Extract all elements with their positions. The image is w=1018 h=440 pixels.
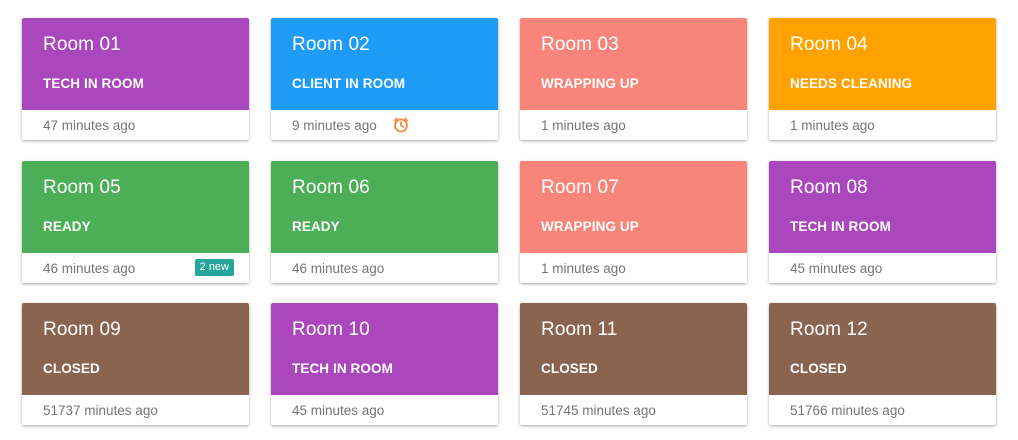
room-card-10[interactable]: Room 10 TECH IN ROOM 45 minutes ago (271, 303, 498, 425)
room-grid: Room 01 TECH IN ROOM 47 minutes ago Room… (0, 0, 1018, 440)
room-card-header: Room 12 CLOSED (769, 303, 996, 395)
room-name: Room 08 (790, 177, 868, 198)
last-updated-time: 1 minutes ago (541, 261, 626, 276)
room-card-footer: 1 minutes ago (520, 253, 747, 283)
room-name: Room 05 (43, 177, 121, 198)
room-card-footer: 1 minutes ago (769, 110, 996, 140)
room-name: Room 12 (790, 319, 868, 340)
room-name: Room 02 (292, 34, 370, 55)
last-updated-time: 1 minutes ago (541, 118, 626, 133)
room-name: Room 11 (541, 319, 618, 340)
room-status: CLOSED (790, 361, 847, 376)
room-card-header: Room 04 NEEDS CLEANING (769, 18, 996, 110)
new-count-badge: 2 new (194, 259, 234, 276)
room-status: WRAPPING UP (541, 219, 639, 234)
room-card-header: Room 05 READY (22, 161, 249, 253)
room-status: TECH IN ROOM (43, 76, 144, 91)
last-updated-time: 46 minutes ago (292, 261, 385, 276)
last-updated-time: 1 minutes ago (790, 118, 875, 133)
room-card-09[interactable]: Room 09 CLOSED 51737 minutes ago (22, 303, 249, 425)
room-card-header: Room 08 TECH IN ROOM (769, 161, 996, 253)
room-card-footer: 51766 minutes ago (769, 395, 996, 425)
last-updated-time: 51745 minutes ago (541, 403, 656, 418)
room-card-06[interactable]: Room 06 READY 46 minutes ago (271, 161, 498, 283)
room-name: Room 07 (541, 177, 619, 198)
room-card-footer: 47 minutes ago (22, 110, 249, 140)
room-name: Room 06 (292, 177, 370, 198)
room-card-footer: 51737 minutes ago (22, 395, 249, 425)
last-updated-time: 47 minutes ago (43, 118, 136, 133)
room-card-01[interactable]: Room 01 TECH IN ROOM 47 minutes ago (22, 18, 249, 140)
room-card-footer: 51745 minutes ago (520, 395, 747, 425)
room-name: Room 01 (43, 34, 121, 55)
room-name: Room 10 (292, 319, 370, 340)
room-name: Room 04 (790, 34, 868, 55)
room-card-07[interactable]: Room 07 WRAPPING UP 1 minutes ago (520, 161, 747, 283)
room-card-footer: 46 minutes ago (271, 253, 498, 283)
room-card-header: Room 07 WRAPPING UP (520, 161, 747, 253)
room-card-footer: 1 minutes ago (520, 110, 747, 140)
room-card-footer: 45 minutes ago (769, 253, 996, 283)
room-card-03[interactable]: Room 03 WRAPPING UP 1 minutes ago (520, 18, 747, 140)
last-updated-time: 51766 minutes ago (790, 403, 905, 418)
room-status: TECH IN ROOM (292, 361, 393, 376)
room-card-05[interactable]: Room 05 READY 46 minutes ago 2 new (22, 161, 249, 283)
room-card-11[interactable]: Room 11 CLOSED 51745 minutes ago (520, 303, 747, 425)
room-status: CLIENT IN ROOM (292, 76, 406, 91)
room-status: TECH IN ROOM (790, 219, 891, 234)
room-status: READY (43, 219, 91, 234)
last-updated-time: 45 minutes ago (790, 261, 883, 276)
room-card-header: Room 11 CLOSED (520, 303, 747, 395)
room-card-02[interactable]: Room 02 CLIENT IN ROOM 9 minutes ago (271, 18, 498, 140)
room-card-04[interactable]: Room 04 NEEDS CLEANING 1 minutes ago (769, 18, 996, 140)
room-status: NEEDS CLEANING (790, 76, 913, 91)
room-name: Room 09 (43, 319, 121, 340)
last-updated-time: 46 minutes ago (43, 261, 136, 276)
room-name: Room 03 (541, 34, 619, 55)
timer-icon (394, 117, 408, 133)
room-status: WRAPPING UP (541, 76, 639, 91)
room-card-header: Room 10 TECH IN ROOM (271, 303, 498, 395)
room-card-footer: 46 minutes ago 2 new (22, 253, 249, 283)
room-card-header: Room 01 TECH IN ROOM (22, 18, 249, 110)
room-card-12[interactable]: Room 12 CLOSED 51766 minutes ago (769, 303, 996, 425)
room-card-header: Room 09 CLOSED (22, 303, 249, 395)
room-status: CLOSED (541, 361, 598, 376)
room-status: READY (292, 219, 340, 234)
last-updated-time: 45 minutes ago (292, 403, 385, 418)
room-card-footer: 45 minutes ago (271, 395, 498, 425)
last-updated-time: 9 minutes ago (292, 118, 377, 133)
room-status: CLOSED (43, 361, 100, 376)
room-card-footer: 9 minutes ago (271, 110, 498, 140)
room-card-header: Room 03 WRAPPING UP (520, 18, 747, 110)
last-updated-time: 51737 minutes ago (43, 403, 158, 418)
room-card-header: Room 02 CLIENT IN ROOM (271, 18, 498, 110)
room-card-08[interactable]: Room 08 TECH IN ROOM 45 minutes ago (769, 161, 996, 283)
room-card-header: Room 06 READY (271, 161, 498, 253)
